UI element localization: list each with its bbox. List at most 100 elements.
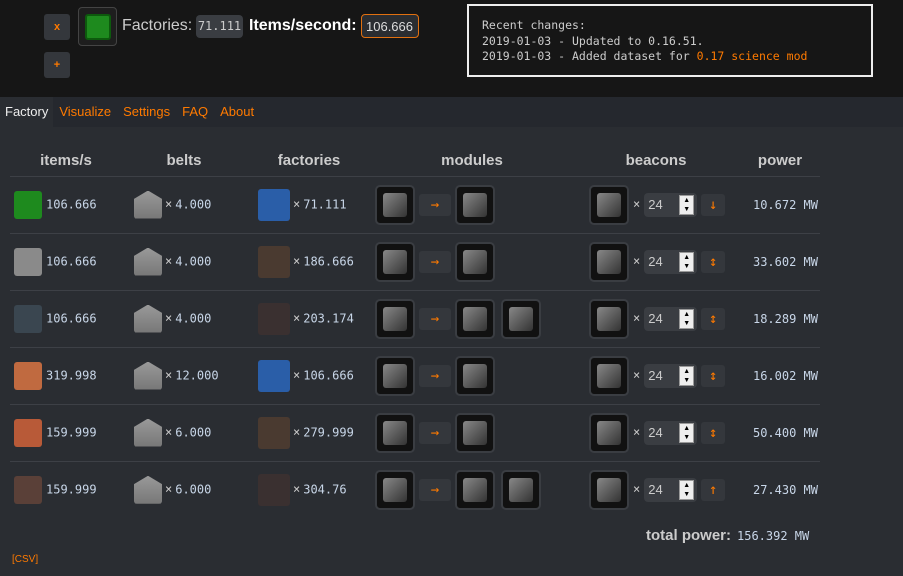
module-slot[interactable] xyxy=(375,241,415,282)
spinner-icon[interactable]: ▲ ▼ xyxy=(679,479,695,500)
belt-icon[interactable] xyxy=(134,190,162,219)
beacon-module-slot[interactable] xyxy=(589,298,629,339)
beacon-count-input[interactable]: 24 ▲ ▼ xyxy=(644,306,698,331)
module-slot[interactable] xyxy=(501,469,541,510)
copy-module-arrow-icon[interactable]: → xyxy=(419,421,451,444)
copper-plate-icon[interactable] xyxy=(14,418,42,447)
beacon-module-slot[interactable] xyxy=(589,184,629,225)
spinner-icon[interactable]: ▲ ▼ xyxy=(679,308,695,329)
table-row: 106.666 × 4.000 × 186.666 → × 24 ▲ ▼ ↕ 33.602 … xyxy=(10,232,820,290)
news-title: Recent changes: xyxy=(482,18,586,32)
beacon-module-slot[interactable] xyxy=(589,355,629,396)
spinner-icon[interactable]: ▲ ▼ xyxy=(679,194,695,215)
copper-cable-icon[interactable] xyxy=(14,361,42,390)
beacon-count: 24 xyxy=(648,425,663,440)
module-slot[interactable] xyxy=(455,184,495,225)
copy-module-arrow-icon[interactable]: → xyxy=(419,478,451,501)
electric-furnace-icon[interactable] xyxy=(258,245,290,278)
production-table: items/s belts factories modules beacons … xyxy=(10,145,820,518)
item-rate: 159.999 xyxy=(46,425,97,439)
remove-target-button[interactable]: x xyxy=(44,14,70,40)
copy-module-arrow-icon[interactable]: → xyxy=(419,364,451,387)
tab-settings[interactable]: Settings xyxy=(117,97,176,127)
beacon-arrow-icon[interactable]: ↕ xyxy=(701,421,726,444)
csv-link[interactable]: [CSV] xyxy=(12,554,38,565)
module-slot[interactable] xyxy=(455,412,495,453)
assembling-machine-icon[interactable] xyxy=(258,188,290,221)
module-slot[interactable] xyxy=(455,298,495,339)
beacon-count: 24 xyxy=(648,368,663,383)
tab-faq[interactable]: FAQ xyxy=(176,97,214,127)
table-row: 106.666 × 4.000 × 203.174 → × 24 ▲ ▼ ↕ 18.289 … xyxy=(10,289,820,347)
beacon-count-input[interactable]: 24 ▲ ▼ xyxy=(644,477,698,502)
power-value: 27.430 MW xyxy=(752,482,818,497)
target-item-selector[interactable] xyxy=(78,7,117,46)
power-value: 50.400 MW xyxy=(752,425,818,440)
tab-about[interactable]: About xyxy=(214,97,260,127)
factory-count: 279.999 xyxy=(303,425,354,439)
item-rate: 106.666 xyxy=(46,311,97,325)
factory-count: 186.666 xyxy=(303,254,354,268)
header-modules: modules xyxy=(441,151,503,169)
factory-count: 106.666 xyxy=(303,368,354,382)
total-power-label: total power: xyxy=(646,527,731,544)
module-slot[interactable] xyxy=(455,469,495,510)
factory-count: 304.76 xyxy=(303,482,347,497)
header-items: items/s xyxy=(40,151,92,169)
tab-bar: Factory Visualize Settings FAQ About xyxy=(0,97,260,127)
beacon-module-slot[interactable] xyxy=(589,469,629,510)
factory-count: 71.111 xyxy=(303,197,347,211)
factories-input[interactable]: 71.111 xyxy=(196,15,243,38)
beacon-arrow-icon[interactable]: ↕ xyxy=(701,307,726,330)
module-slot[interactable] xyxy=(455,355,495,396)
belt-count: 4.000 xyxy=(175,254,212,268)
belt-icon[interactable] xyxy=(134,247,162,276)
spinner-icon[interactable]: ▲ ▼ xyxy=(679,422,695,443)
beacon-count-input[interactable]: 24 ▲ ▼ xyxy=(644,420,698,445)
beacon-arrow-icon[interactable]: ↑ xyxy=(701,478,726,501)
iron-ore-icon[interactable] xyxy=(14,304,42,333)
beacon-arrow-icon[interactable]: ↓ xyxy=(701,193,726,216)
item-rate: 106.666 xyxy=(46,197,97,211)
belt-icon[interactable] xyxy=(134,304,162,333)
tab-factory[interactable]: Factory xyxy=(0,97,54,127)
copper-ore-icon[interactable] xyxy=(14,475,42,504)
spinner-icon[interactable]: ▲ ▼ xyxy=(679,365,695,386)
electronic-circuit-icon[interactable] xyxy=(14,190,42,219)
beacon-count-input[interactable]: 24 ▲ ▼ xyxy=(644,192,698,217)
iron-plate-icon[interactable] xyxy=(14,247,42,276)
rate-input[interactable] xyxy=(361,14,419,38)
tab-visualize[interactable]: Visualize xyxy=(53,97,117,127)
beacon-count: 24 xyxy=(648,197,663,212)
belt-icon[interactable] xyxy=(134,361,162,390)
beacon-count-input[interactable]: 24 ▲ ▼ xyxy=(644,363,698,388)
mining-drill-icon[interactable] xyxy=(258,302,290,335)
copy-module-arrow-icon[interactable]: → xyxy=(419,250,451,273)
rate-label: Items/second: xyxy=(249,17,357,34)
electric-furnace-icon[interactable] xyxy=(258,416,290,449)
module-slot[interactable] xyxy=(455,241,495,282)
add-target-button[interactable]: + xyxy=(44,52,70,78)
module-slot[interactable] xyxy=(375,184,415,225)
beacon-module-slot[interactable] xyxy=(589,241,629,282)
beacon-arrow-icon[interactable]: ↕ xyxy=(701,364,726,387)
module-slot[interactable] xyxy=(375,469,415,510)
mining-drill-icon[interactable] xyxy=(258,473,290,506)
belt-count: 4.000 xyxy=(175,197,212,211)
module-slot[interactable] xyxy=(375,298,415,339)
beacon-arrow-icon[interactable]: ↕ xyxy=(701,250,726,273)
belt-icon[interactable] xyxy=(134,475,162,504)
beacon-module-slot[interactable] xyxy=(589,412,629,453)
copy-module-arrow-icon[interactable]: → xyxy=(419,307,451,330)
module-slot[interactable] xyxy=(375,355,415,396)
belt-count: 6.000 xyxy=(175,425,212,439)
module-slot[interactable] xyxy=(501,298,541,339)
belt-icon[interactable] xyxy=(134,418,162,447)
spinner-icon[interactable]: ▲ ▼ xyxy=(679,251,695,272)
beacon-count-input[interactable]: 24 ▲ ▼ xyxy=(644,249,698,274)
assembling-machine-icon[interactable] xyxy=(258,359,290,392)
news-link[interactable]: 0.17 science mod xyxy=(697,49,808,63)
module-slot[interactable] xyxy=(375,412,415,453)
belt-count: 6.000 xyxy=(175,482,212,497)
copy-module-arrow-icon[interactable]: → xyxy=(419,193,451,216)
